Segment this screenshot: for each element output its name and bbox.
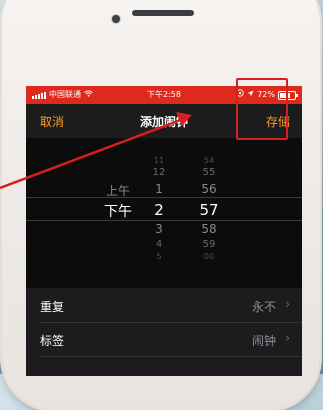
picker-option[interactable]: 55 — [194, 167, 224, 178]
picker-option[interactable]: 2 — [144, 201, 174, 219]
picker-option[interactable]: 54 — [194, 156, 224, 165]
repeat-label: 重复 — [40, 300, 65, 314]
ampm-option[interactable]: 上午 — [98, 182, 138, 199]
chevron-right-icon: › — [285, 297, 290, 311]
save-highlight-box — [236, 78, 288, 140]
picker-option[interactable]: 12 — [144, 167, 174, 178]
time-picker[interactable]: 上午 下午 11 12 1 2 3 4 5 54 55 56 57 58 59 00 — [26, 138, 302, 288]
picker-option[interactable]: 4 — [144, 239, 174, 250]
label-row[interactable]: 标签 闹钟 › — [26, 322, 302, 356]
picker-option[interactable]: 58 — [194, 222, 224, 236]
row-divider — [40, 356, 302, 357]
chevron-right-icon: › — [285, 331, 290, 345]
picker-option[interactable]: 11 — [144, 156, 174, 165]
label-value: 闹钟 — [251, 334, 276, 348]
picker-option[interactable]: 56 — [194, 182, 224, 196]
picker-option[interactable]: 1 — [144, 182, 174, 196]
picker-option[interactable]: 00 — [194, 252, 224, 261]
label-label: 标签 — [40, 334, 65, 348]
repeat-value: 永不 — [251, 300, 276, 314]
repeat-row[interactable]: 重复 永不 › — [26, 288, 302, 322]
picker-option[interactable]: 59 — [194, 239, 224, 250]
picker-option[interactable]: 3 — [144, 222, 174, 236]
alarm-options: 重复 永不 › 标签 闹钟 › — [26, 288, 302, 376]
front-camera — [112, 15, 120, 23]
picker-option[interactable]: 5 — [144, 252, 174, 261]
picker-option[interactable]: 57 — [194, 201, 224, 219]
ampm-option[interactable]: 下午 — [98, 201, 138, 221]
earpiece — [132, 10, 194, 16]
